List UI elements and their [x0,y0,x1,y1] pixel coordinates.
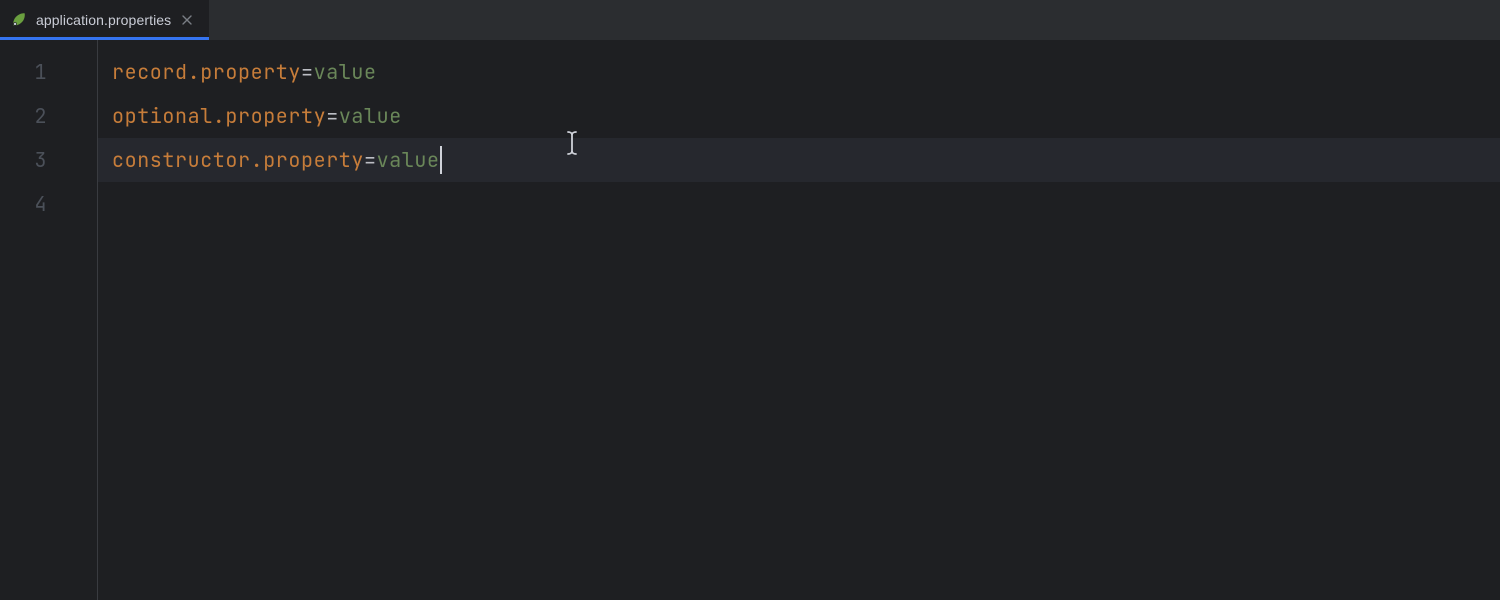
code-editor[interactable]: 1 2 3 4 record.property=value optional.p… [0,40,1500,600]
delimiter: = [326,103,339,129]
line-number: 3 [0,138,97,182]
tab-label: application.properties [36,12,171,28]
delimiter: = [301,59,314,85]
line-number: 2 [0,94,97,138]
property-key: optional.property [112,103,326,129]
code-line[interactable]: constructor.property=value [98,138,1500,182]
code-area[interactable]: record.property=value optional.property=… [98,40,1500,600]
text-caret [440,146,442,174]
tab-application-properties[interactable]: application.properties [0,0,209,40]
line-number: 4 [0,182,97,226]
code-line[interactable] [98,182,1500,226]
spring-leaf-icon [10,11,28,29]
delimiter: = [364,147,377,173]
ibeam-cursor-icon [565,130,579,156]
property-value: value [314,59,377,85]
line-number: 1 [0,50,97,94]
tab-bar: application.properties [0,0,1500,40]
code-line[interactable]: record.property=value [98,50,1500,94]
property-value: value [377,147,440,173]
property-key: record.property [112,59,301,85]
property-key: constructor.property [112,147,364,173]
property-value: value [339,103,402,129]
close-icon[interactable] [179,12,195,28]
line-number-gutter: 1 2 3 4 [0,40,98,600]
code-line[interactable]: optional.property=value [98,94,1500,138]
